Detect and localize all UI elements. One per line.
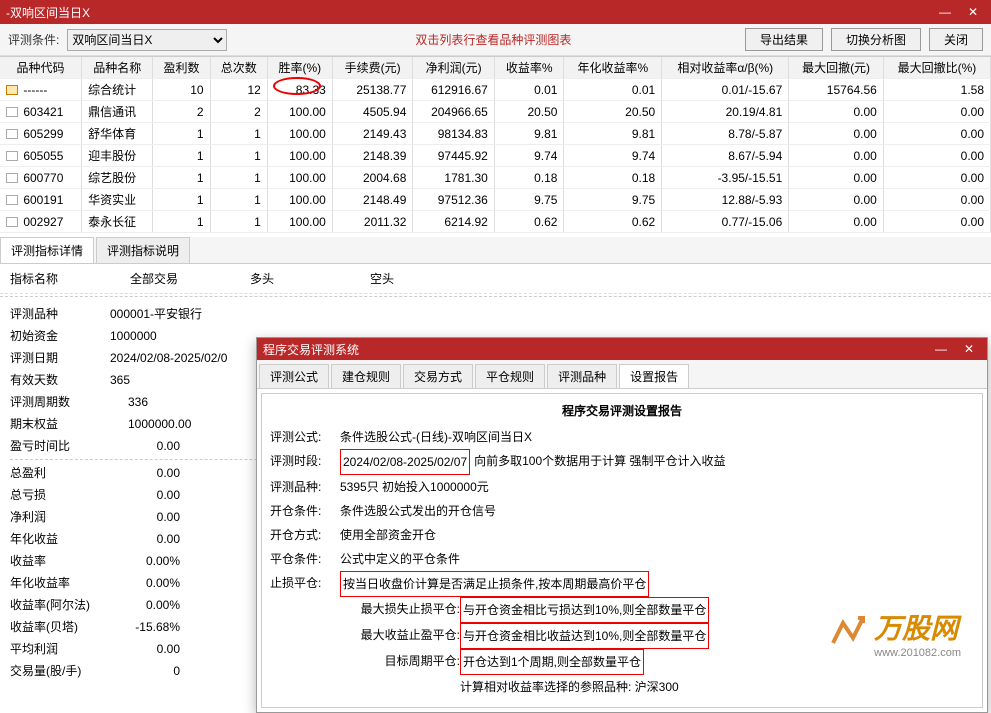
- tab-detail[interactable]: 评测指标详情: [0, 237, 94, 263]
- report-title: 程序交易评测设置报告: [270, 402, 974, 419]
- row-icon: [6, 151, 18, 161]
- grid-col[interactable]: 总次数: [210, 57, 267, 79]
- toolbar: 评测条件: 双响区间当日X 双击列表行查看品种评测图表 导出结果 切换分析图 关…: [0, 24, 991, 56]
- highlight-maxgain: 与开仓资金相比收益达到10%,则全部数量平仓: [460, 623, 709, 649]
- grid-col[interactable]: 年化收益率%: [564, 57, 662, 79]
- dialog-tab[interactable]: 设置报告: [619, 364, 689, 388]
- row-icon: [6, 107, 18, 117]
- highlight-stoploss: 按当日收盘价计算是否满足止损条件,按本周期最高价平仓: [340, 571, 649, 597]
- table-row[interactable]: 605299舒华体育11100.002149.4398134.839.819.8…: [0, 123, 991, 145]
- table-row[interactable]: 002927泰永长征11100.002011.326214.920.620.62…: [0, 211, 991, 233]
- main-titlebar: -双响区间当日X — ✕: [0, 0, 991, 24]
- tab-explain[interactable]: 评测指标说明: [96, 237, 190, 263]
- grid-col[interactable]: 品种名称: [82, 57, 153, 79]
- table-row[interactable]: 605055迎丰股份11100.002148.3997445.929.749.7…: [0, 145, 991, 167]
- grid-col[interactable]: 净利润(元): [413, 57, 494, 79]
- switch-button[interactable]: 切换分析图: [831, 28, 921, 51]
- cond-label: 评测条件:: [8, 31, 59, 48]
- dh-long: 多头: [250, 270, 330, 287]
- grid-col[interactable]: 最大回撤比(%): [883, 57, 990, 79]
- dialog-titlebar: 程序交易评测系统 — ✕: [257, 338, 987, 360]
- close-button[interactable]: ✕: [961, 3, 985, 21]
- dh-name: 指标名称: [10, 270, 90, 287]
- table-row[interactable]: ------综合统计101283.3325138.77612916.670.01…: [0, 79, 991, 101]
- dialog-tab[interactable]: 评测公式: [259, 364, 329, 388]
- grid-header-row: 品种代码品种名称盈利数总次数胜率(%)手续费(元)净利润(元)收益率%年化收益率…: [0, 57, 991, 79]
- detail-header-row: 指标名称 全部交易 多头 空头: [0, 264, 991, 294]
- table-row[interactable]: 600770综艺股份11100.002004.681781.300.180.18…: [0, 167, 991, 189]
- dialog-tab[interactable]: 评测品种: [547, 364, 617, 388]
- grid-col[interactable]: 胜率(%): [267, 57, 332, 79]
- highlight-daterange: 2024/02/08-2025/02/07: [340, 449, 470, 475]
- highlight-maxloss: 与开仓资金相比亏损达到10%,则全部数量平仓: [460, 597, 709, 623]
- row-icon: [6, 173, 18, 183]
- dh-all: 全部交易: [130, 270, 210, 287]
- row-icon: [6, 195, 18, 205]
- dialog-minimize[interactable]: —: [929, 340, 953, 358]
- dialog-tab[interactable]: 建仓规则: [331, 364, 401, 388]
- row-icon: [6, 217, 18, 227]
- grid-col[interactable]: 收益率%: [494, 57, 564, 79]
- report-dialog: 程序交易评测系统 — ✕ 评测公式建仓规则交易方式平仓规则评测品种设置报告 程序…: [256, 337, 988, 713]
- row-icon: [6, 129, 18, 139]
- dialog-title: 程序交易评测系统: [263, 341, 359, 358]
- dialog-tab[interactable]: 平仓规则: [475, 364, 545, 388]
- dh-short: 空头: [370, 270, 450, 287]
- window-title: -双响区间当日X: [6, 4, 90, 21]
- hint-text: 双击列表行查看品种评测图表: [415, 31, 571, 48]
- table-row[interactable]: 603421鼎信通讯22100.004505.94204966.6520.502…: [0, 101, 991, 123]
- table-row[interactable]: 600191华资实业11100.002148.4997512.369.759.7…: [0, 189, 991, 211]
- result-grid: 品种代码品种名称盈利数总次数胜率(%)手续费(元)净利润(元)收益率%年化收益率…: [0, 56, 991, 233]
- dialog-body: 程序交易评测设置报告 评测公式:条件选股公式-(日线)-双响区间当日X 评测时段…: [261, 393, 983, 708]
- grid-col[interactable]: 相对收益率α/β(%): [662, 57, 789, 79]
- detail-tabs: 评测指标详情 评测指标说明: [0, 237, 991, 264]
- close-toolbar-button[interactable]: 关闭: [929, 28, 983, 51]
- grid-col[interactable]: 最大回撤(元): [789, 57, 884, 79]
- grid-col[interactable]: 盈利数: [153, 57, 210, 79]
- row-icon: [6, 85, 18, 95]
- dialog-tabs: 评测公式建仓规则交易方式平仓规则评测品种设置报告: [257, 360, 987, 389]
- grid-col[interactable]: 品种代码: [0, 57, 82, 79]
- cond-select[interactable]: 双响区间当日X: [67, 29, 227, 51]
- export-button[interactable]: 导出结果: [745, 28, 823, 51]
- dialog-close[interactable]: ✕: [957, 340, 981, 358]
- dialog-tab[interactable]: 交易方式: [403, 364, 473, 388]
- minimize-button[interactable]: —: [933, 3, 957, 21]
- highlight-targetperiod: 开仓达到1个周期,则全部数量平仓: [460, 649, 644, 675]
- grid-col[interactable]: 手续费(元): [332, 57, 413, 79]
